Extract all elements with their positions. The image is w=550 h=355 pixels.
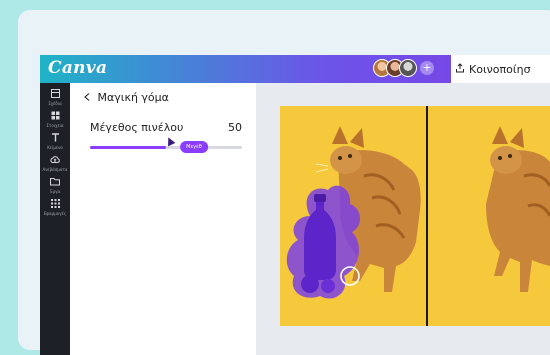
uploads-icon — [40, 155, 70, 167]
chevron-left-icon[interactable] — [84, 91, 94, 104]
add-collaborator-button[interactable]: + — [420, 61, 434, 75]
collaborator-avatars[interactable]: + — [373, 59, 434, 77]
top-bar: Canva + Κοινοποίησ — [40, 55, 550, 83]
sidebar-item-label: Κείμενο — [47, 145, 63, 150]
share-label: Κοινοποίησ — [469, 62, 531, 76]
magic-eraser-panel: Μαγική γόμα Μέγεθος πινέλου 50 Μεγέθ — [70, 83, 256, 355]
canva-logo[interactable]: Canva — [48, 58, 107, 78]
mouse-cursor-icon — [164, 135, 176, 147]
sidebar-item-uploads[interactable]: Ανεβάσματα — [40, 155, 70, 173]
sidebar-item-projects[interactable]: Έργα — [40, 177, 70, 195]
brush-size-slider[interactable]: Μεγέθ — [90, 141, 242, 153]
templates-icon — [40, 89, 70, 101]
sidebar-item-label: Ανεβάσματα — [42, 167, 68, 172]
panel-header[interactable]: Μαγική γόμα — [84, 91, 169, 104]
sidebar-item-text[interactable]: Κείμενο — [40, 133, 70, 151]
brush-size-value[interactable]: 50 — [228, 121, 242, 134]
sidebar-item-label: Έργα — [49, 189, 61, 194]
photo-artwork — [286, 126, 550, 299]
apps-icon — [40, 199, 70, 211]
sidebar-item-apps[interactable]: Εφαρμογές — [40, 199, 70, 217]
brush-size-slider-thumb[interactable]: Μεγέθ — [180, 141, 208, 153]
brush-size-slider-fill — [90, 146, 166, 149]
avatar[interactable] — [399, 59, 417, 77]
design-canvas[interactable] — [280, 106, 550, 326]
share-upload-icon — [455, 62, 465, 76]
sidebar-item-label: Εφαρμογές — [43, 211, 67, 216]
panel-title: Μαγική γόμα — [97, 91, 169, 104]
sidebar-item-label: Σχέδια — [48, 101, 62, 106]
eraser-brush-highlight — [286, 185, 361, 299]
elements-icon — [40, 111, 70, 123]
sidebar-item-templates[interactable]: Σχέδια — [40, 89, 70, 107]
sidebar-item-elements[interactable]: Στοιχεία — [40, 111, 70, 129]
share-button[interactable]: Κοινοποίησ — [451, 55, 550, 83]
before-after-divider[interactable] — [426, 106, 428, 326]
text-icon — [40, 133, 70, 145]
sidebar-rail: Σχέδια Στοιχεία Κείμενο Ανεβάσματα Έργα … — [40, 83, 70, 355]
folder-icon — [40, 177, 70, 189]
brush-size-label: Μέγεθος πινέλου — [90, 121, 184, 134]
sidebar-item-label: Στοιχεία — [46, 123, 64, 128]
cat-image-right — [486, 126, 550, 292]
